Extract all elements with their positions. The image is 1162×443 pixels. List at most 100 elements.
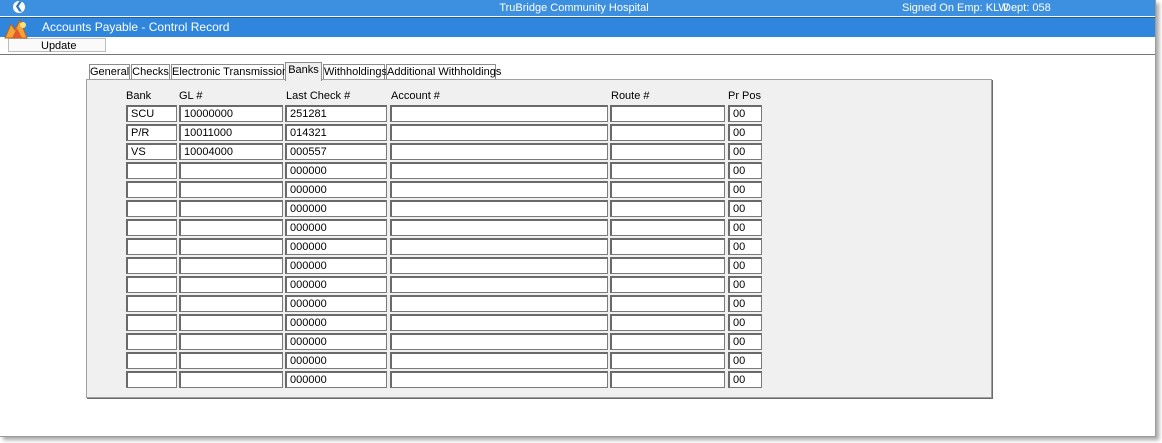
pr-pos-field[interactable]: 00 (728, 314, 762, 331)
route-field[interactable] (610, 105, 725, 122)
route-field[interactable] (610, 181, 725, 198)
account-field[interactable] (390, 162, 608, 179)
route-field[interactable] (610, 371, 725, 388)
account-field[interactable] (390, 124, 608, 141)
gl-field[interactable] (179, 181, 283, 198)
pr-pos-field[interactable]: 00 (728, 162, 762, 179)
account-field[interactable] (390, 295, 608, 312)
last-check-field[interactable]: 000000 (285, 219, 387, 236)
account-field[interactable] (390, 352, 608, 369)
tab-checks[interactable]: Checks (131, 64, 170, 80)
last-check-field[interactable]: 000000 (285, 371, 387, 388)
bank-field[interactable] (126, 295, 177, 312)
last-check-field[interactable]: 000000 (285, 162, 387, 179)
pr-pos-field[interactable]: 00 (728, 295, 762, 312)
pr-pos-field[interactable]: 00 (728, 257, 762, 274)
bank-field[interactable] (126, 238, 177, 255)
pr-pos-field[interactable]: 00 (728, 333, 762, 350)
account-field[interactable] (390, 143, 608, 160)
route-field[interactable] (610, 276, 725, 293)
account-field[interactable] (390, 181, 608, 198)
account-field[interactable] (390, 200, 608, 217)
last-check-field[interactable]: 000000 (285, 200, 387, 217)
pr-pos-field[interactable]: 00 (728, 238, 762, 255)
account-field[interactable] (390, 238, 608, 255)
route-field[interactable] (610, 333, 725, 350)
app-logo-icon (4, 18, 28, 39)
gl-field[interactable] (179, 333, 283, 350)
last-check-field[interactable]: 000000 (285, 257, 387, 274)
gl-field[interactable] (179, 295, 283, 312)
pr-pos-field[interactable]: 00 (728, 143, 762, 160)
column-header-gl: GL # (179, 90, 203, 102)
column-header-pr-pos: Pr Pos (728, 90, 762, 102)
gl-field[interactable]: 10011000 (179, 124, 283, 141)
tab-general[interactable]: General (89, 64, 130, 80)
bank-field[interactable] (126, 314, 177, 331)
route-field[interactable] (610, 200, 725, 217)
pr-pos-field[interactable]: 00 (728, 105, 762, 122)
account-field[interactable] (390, 314, 608, 331)
last-check-field[interactable]: 000000 (285, 181, 387, 198)
gl-field[interactable]: 10004000 (179, 143, 283, 160)
account-field[interactable] (390, 371, 608, 388)
route-field[interactable] (610, 352, 725, 369)
pr-pos-field[interactable]: 00 (728, 276, 762, 293)
gl-field[interactable] (179, 314, 283, 331)
last-check-field[interactable]: 000000 (285, 295, 387, 312)
bank-field[interactable] (126, 257, 177, 274)
tab-banks[interactable]: Banks (285, 62, 322, 81)
bank-field[interactable]: SCU (126, 105, 177, 122)
pr-pos-field[interactable]: 00 (728, 219, 762, 236)
gl-field[interactable] (179, 352, 283, 369)
gl-field[interactable]: 10000000 (179, 105, 283, 122)
bank-field[interactable]: VS (126, 143, 177, 160)
last-check-field[interactable]: 000000 (285, 314, 387, 331)
bank-field[interactable] (126, 371, 177, 388)
last-check-field[interactable]: 251281 (285, 105, 387, 122)
last-check-field[interactable]: 000000 (285, 333, 387, 350)
pr-pos-field[interactable]: 00 (728, 200, 762, 217)
route-field[interactable] (610, 219, 725, 236)
update-button[interactable]: Update (8, 38, 106, 52)
route-field[interactable] (610, 124, 725, 141)
route-field[interactable] (610, 257, 725, 274)
gl-field[interactable] (179, 276, 283, 293)
pr-pos-field[interactable]: 00 (728, 124, 762, 141)
tab-electronic-transmission[interactable]: Electronic Transmission (171, 64, 288, 80)
account-field[interactable] (390, 105, 608, 122)
account-field[interactable] (390, 219, 608, 236)
bank-field[interactable] (126, 200, 177, 217)
gl-field[interactable] (179, 219, 283, 236)
gl-field[interactable] (179, 162, 283, 179)
last-check-field[interactable]: 000000 (285, 352, 387, 369)
bank-field[interactable] (126, 181, 177, 198)
bank-field[interactable] (126, 352, 177, 369)
pr-pos-field[interactable]: 00 (728, 371, 762, 388)
bank-field[interactable] (126, 276, 177, 293)
last-check-field[interactable]: 014321 (285, 124, 387, 141)
account-field[interactable] (390, 257, 608, 274)
gl-field[interactable] (179, 200, 283, 217)
bank-field[interactable] (126, 219, 177, 236)
pr-pos-field[interactable]: 00 (728, 181, 762, 198)
last-check-field[interactable]: 000000 (285, 238, 387, 255)
last-check-field[interactable]: 000557 (285, 143, 387, 160)
account-field[interactable] (390, 333, 608, 350)
route-field[interactable] (610, 162, 725, 179)
gl-field[interactable] (179, 371, 283, 388)
pr-pos-field[interactable]: 00 (728, 352, 762, 369)
account-field[interactable] (390, 276, 608, 293)
bank-field[interactable] (126, 162, 177, 179)
bank-field[interactable]: P/R (126, 124, 177, 141)
route-field[interactable] (610, 143, 725, 160)
tab-withholdings[interactable]: Withholdings (323, 64, 387, 80)
gl-field[interactable] (179, 238, 283, 255)
route-field[interactable] (610, 314, 725, 331)
tab-additional-withholdings[interactable]: Additional Withholdings (386, 64, 501, 80)
last-check-field[interactable]: 000000 (285, 276, 387, 293)
gl-field[interactable] (179, 257, 283, 274)
route-field[interactable] (610, 238, 725, 255)
route-field[interactable] (610, 295, 725, 312)
bank-field[interactable] (126, 333, 177, 350)
